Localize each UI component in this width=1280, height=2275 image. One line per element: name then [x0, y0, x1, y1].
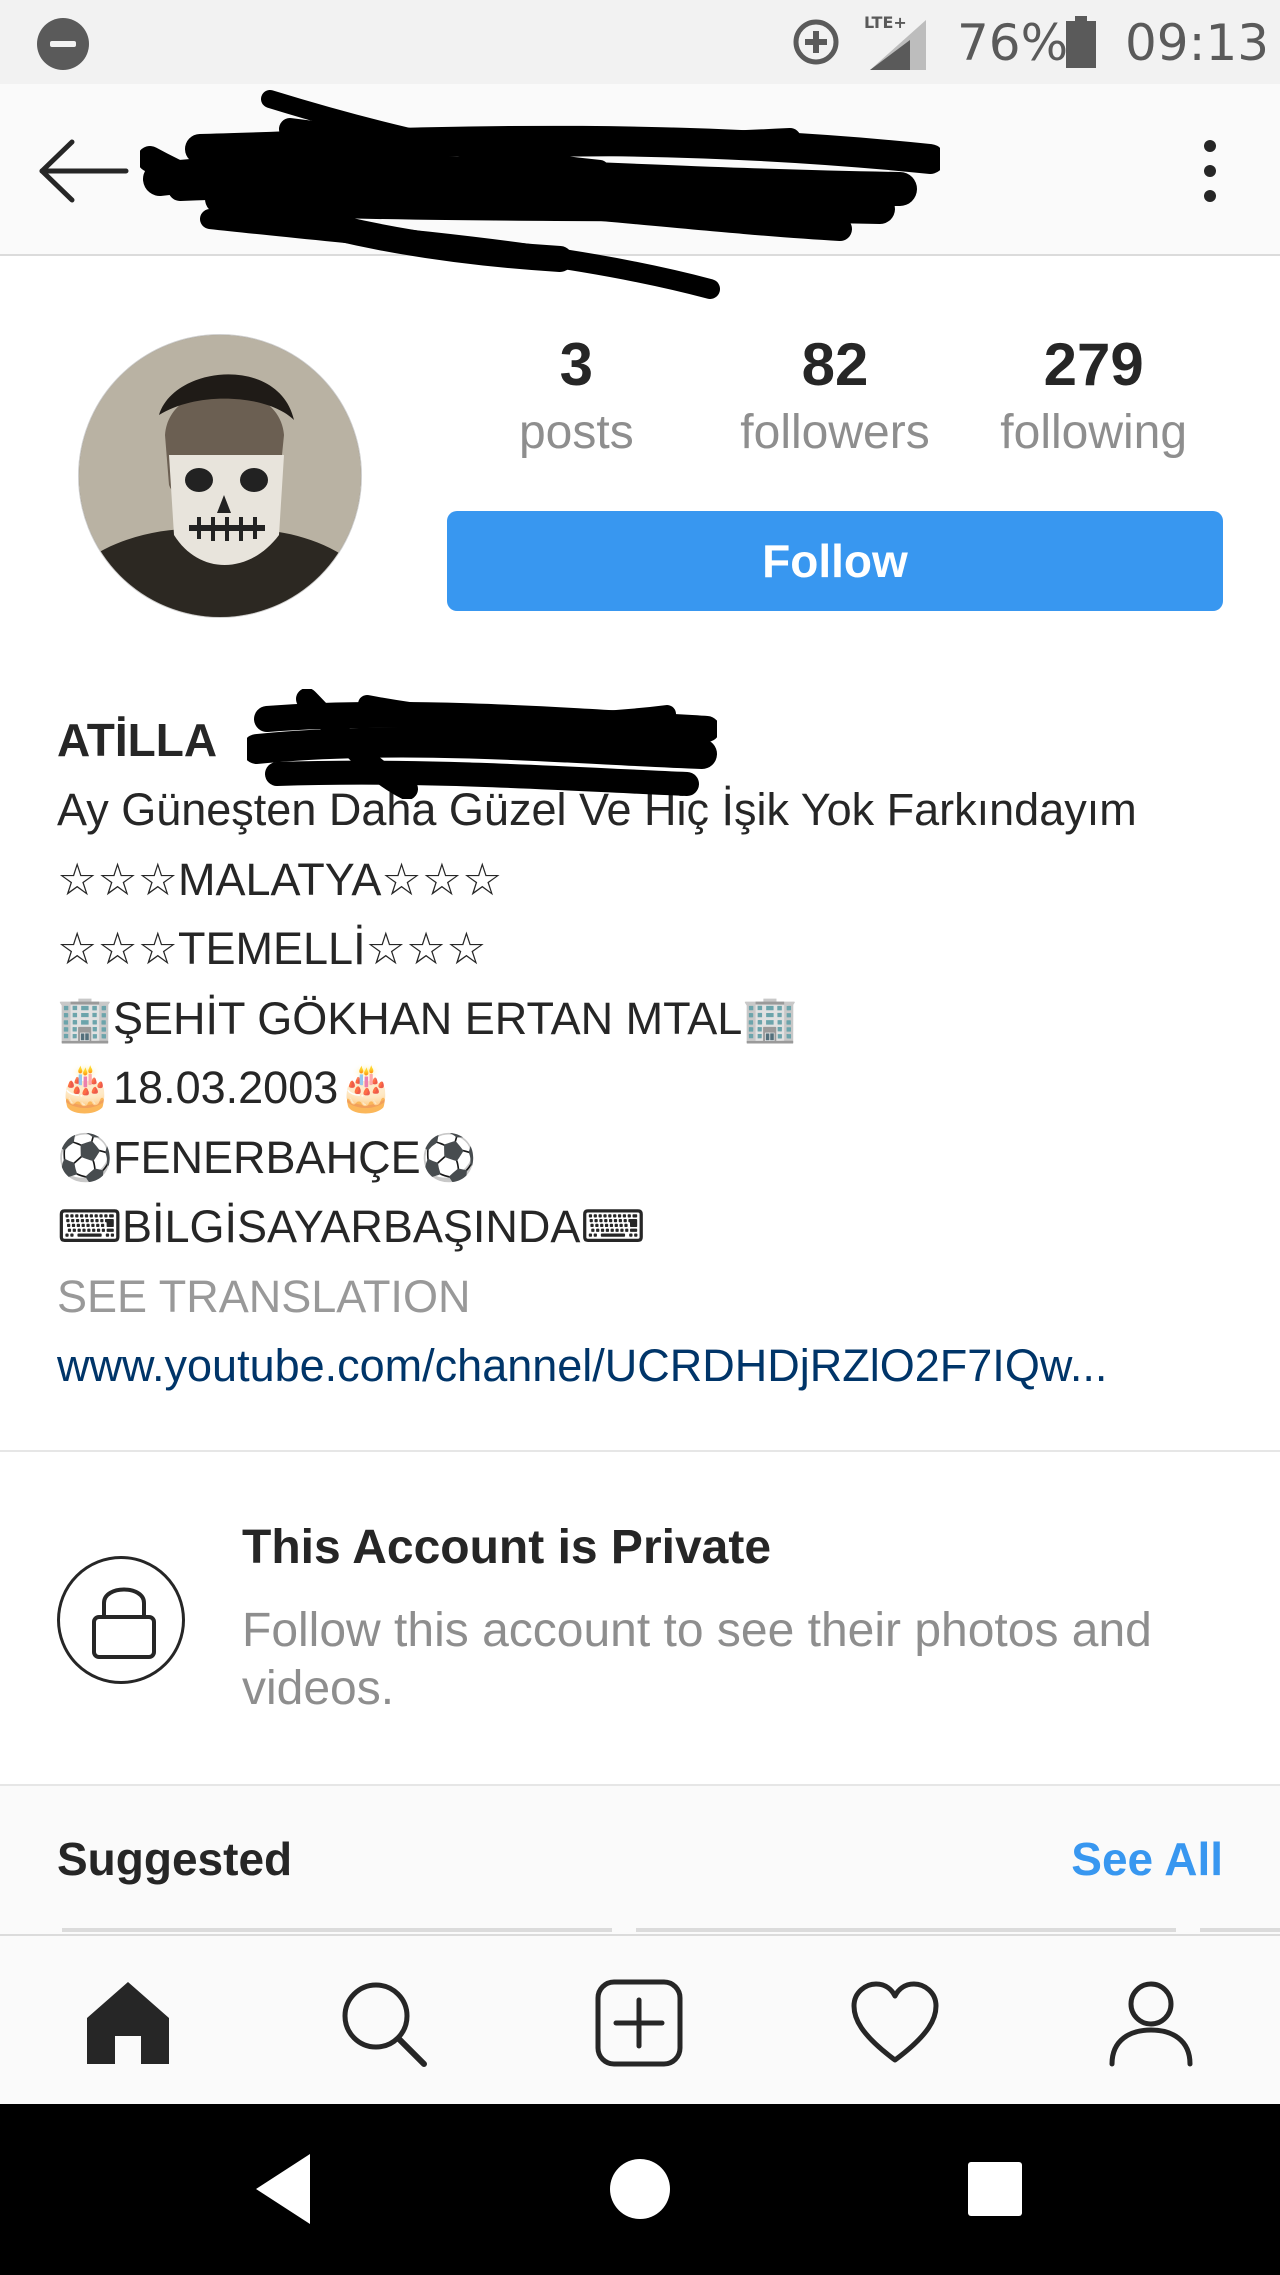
search-icon[interactable]: [338, 1978, 428, 2068]
following-count: 279: [1043, 331, 1144, 398]
battery-icon: [1066, 16, 1096, 68]
battery-percent: 76%: [957, 14, 1069, 72]
suggested-card-edge: [62, 1928, 612, 1932]
see-all-link[interactable]: See All: [1071, 1832, 1223, 1886]
more-vertical-icon[interactable]: [1195, 136, 1225, 206]
bottom-navigation: [0, 1934, 1280, 2104]
profile-name-row: ATİLLA: [57, 689, 1237, 799]
activity-heart-icon[interactable]: [850, 1978, 940, 2068]
profile-avatar[interactable]: [78, 334, 362, 618]
bio-website-link[interactable]: www.youtube.com/channel/UCRDHDjRZlO2F7IQ…: [57, 1331, 1207, 1401]
suggested-card-edge: [636, 1928, 1176, 1932]
stat-posts[interactable]: 3 posts: [447, 330, 706, 480]
following-label: following: [1000, 406, 1188, 459]
system-home-icon[interactable]: [595, 2144, 685, 2234]
signal-icon: LTE+: [864, 13, 926, 70]
posts-count: 3: [559, 331, 594, 398]
bio-line-birthday: 🎂18.03.2003🎂: [57, 1062, 395, 1113]
suggested-section: Suggested See All: [0, 1786, 1280, 1932]
system-navigation-bar: [0, 2104, 1280, 2275]
clock: 09:13: [1125, 14, 1270, 72]
profile-header-bar: [0, 84, 1280, 299]
follow-button[interactable]: Follow: [447, 511, 1223, 611]
followers-count: 82: [801, 331, 869, 398]
private-account-description: Follow this account to see their photos …: [242, 1604, 1152, 1715]
private-lock-badge: [57, 1556, 185, 1684]
stat-following[interactable]: 279 following: [964, 330, 1223, 480]
system-recents-icon[interactable]: [950, 2144, 1040, 2234]
data-saver-icon: [793, 19, 839, 65]
status-bar: LTE+ 76% 09:13: [0, 0, 1280, 84]
profile-icon[interactable]: [1106, 1978, 1196, 2068]
bio-line-team: ⚽FENERBAHÇE⚽: [57, 1131, 477, 1183]
private-account-title: This Account is Private: [242, 1521, 772, 1574]
suggested-card-edge: [1200, 1928, 1280, 1932]
username-redaction-scribble: [140, 90, 940, 299]
suggested-title: Suggested: [57, 1833, 293, 1885]
posts-label: posts: [518, 406, 634, 459]
profile-stats: 3 posts 82 followers 279 following: [447, 330, 1223, 480]
add-post-icon[interactable]: [594, 1978, 684, 2068]
stat-followers[interactable]: 82 followers: [706, 330, 965, 480]
bio-line-city: ☆☆☆MALATYA☆☆☆: [57, 853, 503, 905]
network-type-label: LTE+: [864, 13, 907, 32]
followers-label: followers: [740, 406, 930, 459]
profile-bio: ATİLLA Ay Güneşten Daha Güzel Ve Hiç İşi…: [57, 689, 1237, 1401]
section-divider: [0, 1450, 1280, 1452]
bio-line-hobby: ⌨BİLGİSAYARBAŞINDA⌨: [57, 1201, 646, 1252]
name-redaction-scribble: [247, 689, 717, 799]
profile-name: ATİLLA: [57, 714, 218, 766]
bio-line-school: 🏢ŞEHİT GÖKHAN ERTAN MTAL🏢: [57, 992, 799, 1044]
arrow-left-icon[interactable]: [38, 138, 130, 204]
do-not-disturb-icon: [37, 18, 89, 70]
system-back-icon[interactable]: [240, 2144, 330, 2234]
home-icon[interactable]: [83, 1978, 173, 2068]
lock-icon: [92, 1587, 156, 1659]
bio-line-district: ☆☆☆TEMELLİ☆☆☆: [57, 923, 487, 974]
see-translation-link[interactable]: SEE TRANSLATION: [57, 1262, 1237, 1332]
